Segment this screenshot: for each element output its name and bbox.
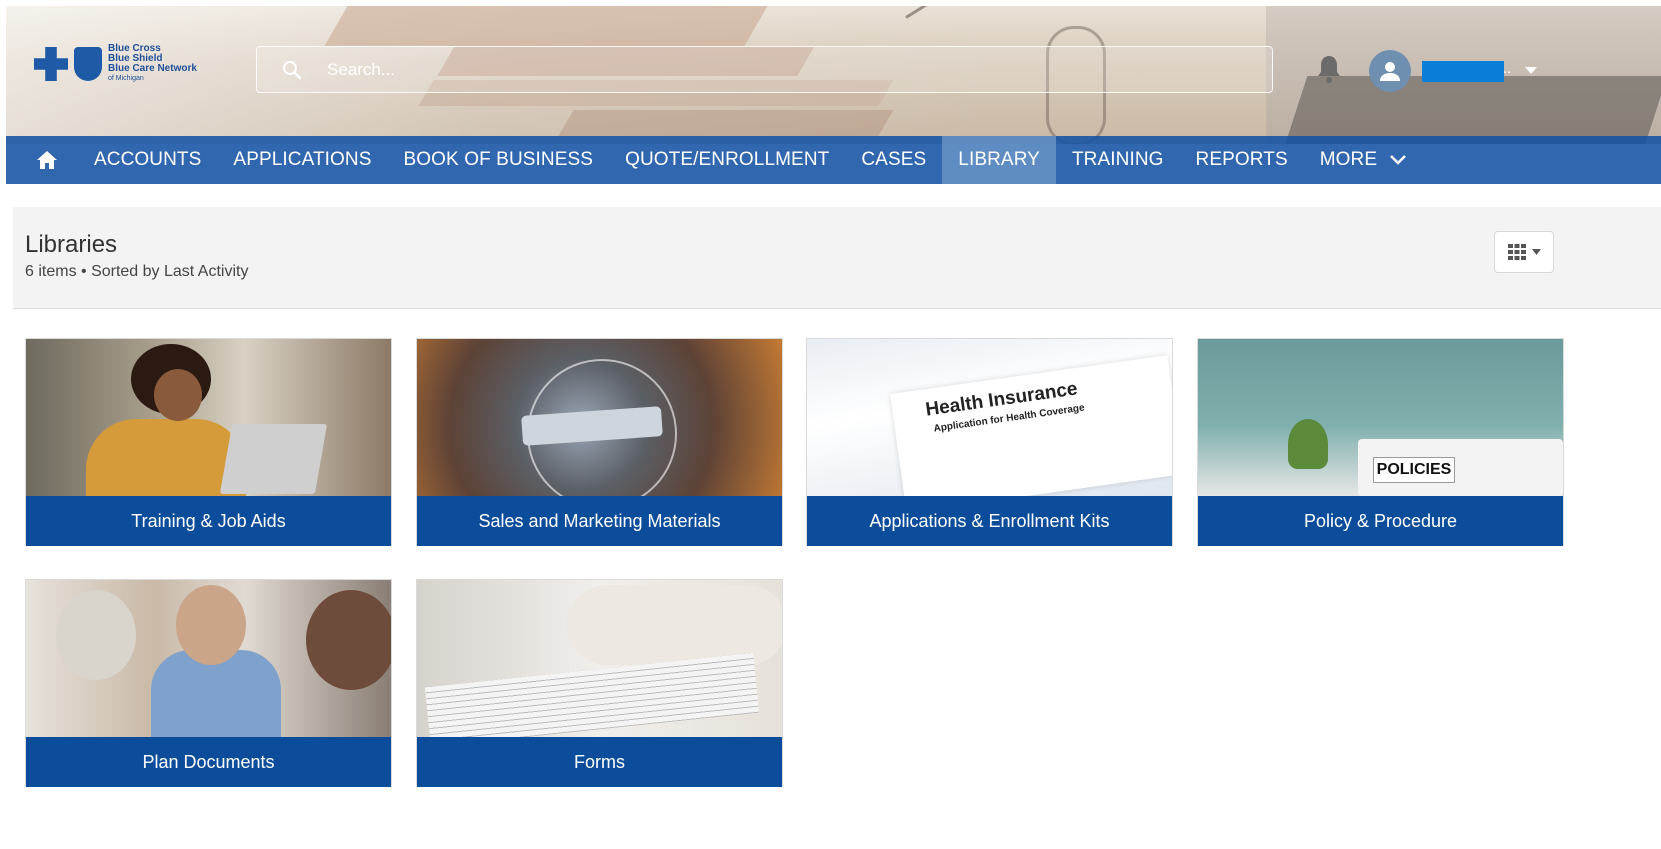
user-avatar[interactable] bbox=[1369, 50, 1411, 92]
tile-label[interactable]: Forms bbox=[417, 737, 782, 787]
tile-label[interactable]: Plan Documents bbox=[26, 737, 391, 787]
tile-image-detail bbox=[154, 369, 202, 421]
list-meta: 6 items • Sorted by Last Activity bbox=[25, 263, 249, 280]
library-tile-sales-marketing[interactable]: Sales and Marketing Materials bbox=[416, 338, 783, 546]
display-as-button[interactable] bbox=[1494, 231, 1554, 273]
brand-logo[interactable]: Blue Cross Blue Shield Blue Care Network… bbox=[34, 44, 197, 84]
user-name[interactable] bbox=[1422, 61, 1504, 82]
user-icon bbox=[1380, 62, 1400, 81]
nav-item-book-of-business[interactable]: BOOK OF BUSINESS bbox=[388, 136, 610, 184]
tile-image bbox=[417, 339, 782, 496]
banner-decoration bbox=[558, 110, 894, 136]
tile-image-detail bbox=[219, 424, 328, 494]
nav-item-reports[interactable]: REPORTS bbox=[1180, 136, 1304, 184]
chevron-down-icon bbox=[1390, 155, 1407, 165]
banner-decoration bbox=[905, 6, 1128, 19]
nav-home[interactable] bbox=[6, 136, 78, 184]
library-tile-plan-documents[interactable]: Plan Documents bbox=[25, 579, 392, 787]
search-input[interactable]: Search... bbox=[327, 60, 395, 80]
nav-item-more[interactable]: MORE bbox=[1304, 136, 1423, 184]
tile-image bbox=[417, 580, 782, 737]
banner-decoration bbox=[324, 6, 768, 46]
tile-image: Health Insurance Application for Health … bbox=[807, 339, 1172, 496]
library-tile-policy-procedure[interactable]: POLICIES Policy & Procedure bbox=[1197, 338, 1564, 546]
tile-image-detail bbox=[424, 652, 760, 737]
global-search[interactable]: Search... bbox=[256, 46, 1273, 93]
tile-image-detail bbox=[1288, 419, 1328, 469]
blue-shield-icon bbox=[74, 47, 102, 81]
tile-image-text: POLICIES bbox=[1373, 457, 1455, 483]
nav-item-applications[interactable]: APPLICATIONS bbox=[217, 136, 387, 184]
header-banner: Blue Cross Blue Shield Blue Care Network… bbox=[6, 6, 1661, 144]
brand-name-line: Blue Care Network bbox=[108, 63, 197, 74]
tile-label[interactable]: Training & Job Aids bbox=[26, 496, 391, 546]
nav-item-quote-enrollment[interactable]: QUOTE/ENROLLMENT bbox=[609, 136, 845, 184]
tile-label[interactable]: Policy & Procedure bbox=[1198, 496, 1563, 546]
tile-image-detail bbox=[306, 590, 391, 690]
tile-image bbox=[26, 580, 391, 737]
tile-image-detail bbox=[56, 590, 136, 680]
brand-name: Blue Cross Blue Shield Blue Care Network… bbox=[108, 44, 197, 84]
library-tile-forms[interactable]: Forms bbox=[416, 579, 783, 787]
nav-item-library[interactable]: LIBRARY bbox=[942, 136, 1056, 184]
nav-item-accounts[interactable]: ACCOUNTS bbox=[78, 136, 217, 184]
library-tile-applications-enrollment-kits[interactable]: Health Insurance Application for Health … bbox=[806, 338, 1173, 546]
blue-cross-icon bbox=[34, 47, 68, 81]
grid-view-icon bbox=[1507, 244, 1526, 260]
library-tile-training-job-aids[interactable]: Training & Job Aids bbox=[25, 338, 392, 546]
notifications-bell-icon[interactable] bbox=[1316, 54, 1342, 89]
tile-image bbox=[26, 339, 391, 496]
page-title: Libraries bbox=[25, 231, 118, 258]
caret-down-icon bbox=[1531, 249, 1541, 255]
list-header: Libraries 6 items • Sorted by Last Activ… bbox=[13, 207, 1661, 309]
tile-image-detail bbox=[176, 585, 246, 665]
home-icon bbox=[37, 151, 57, 169]
user-name-ellipsis: .. bbox=[1503, 60, 1512, 77]
brand-name-line: of Michigan bbox=[108, 75, 144, 82]
nav-item-cases[interactable]: CASES bbox=[845, 136, 942, 184]
tile-label[interactable]: Sales and Marketing Materials bbox=[417, 496, 782, 546]
nav-more-label: MORE bbox=[1319, 149, 1378, 170]
nav-item-training[interactable]: TRAINING bbox=[1056, 136, 1180, 184]
tile-label[interactable]: Applications & Enrollment Kits bbox=[807, 496, 1172, 546]
tile-image: POLICIES bbox=[1198, 339, 1563, 496]
search-icon bbox=[257, 60, 327, 80]
user-menu-caret-icon[interactable] bbox=[1524, 63, 1538, 81]
main-navigation: ACCOUNTS APPLICATIONS BOOK OF BUSINESS Q… bbox=[6, 136, 1661, 184]
